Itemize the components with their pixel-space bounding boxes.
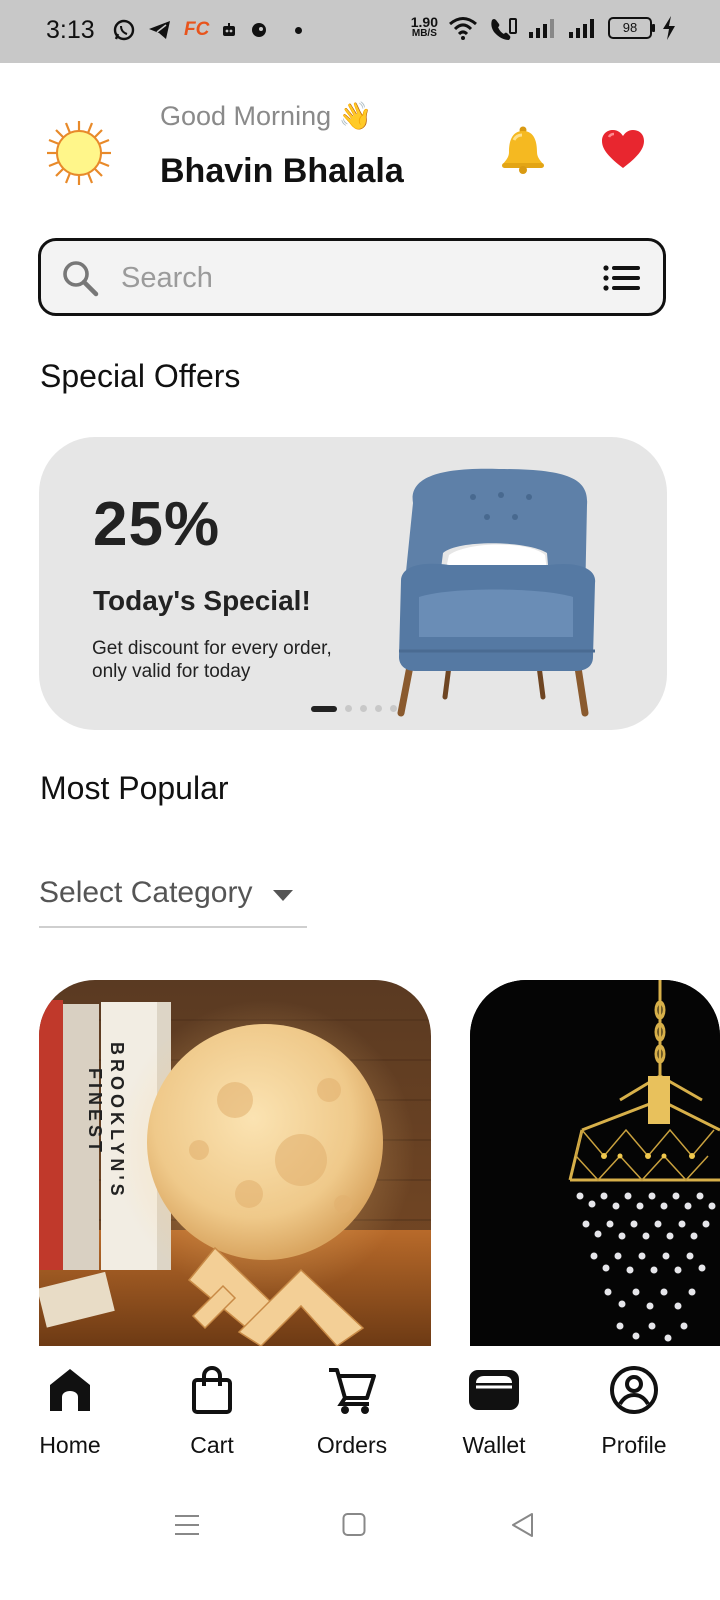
app-icon xyxy=(252,23,267,37)
category-dropdown-value: Select Category xyxy=(39,876,253,909)
most-popular-title: Most Popular xyxy=(40,770,229,806)
banner-heading: Today's Special! xyxy=(93,585,311,616)
shopping-bag-icon xyxy=(192,1366,232,1414)
filter-list-icon[interactable] xyxy=(603,265,641,291)
signal-1-icon xyxy=(529,19,554,38)
nav-home[interactable]: Home xyxy=(10,1360,130,1459)
home-icon xyxy=(50,1369,90,1411)
crystal-chandelier-image xyxy=(470,980,720,1346)
pagination-dot[interactable] xyxy=(345,705,352,712)
sun-icon xyxy=(47,121,111,185)
category-dropdown[interactable]: Select Category xyxy=(39,872,307,928)
recent-apps-icon[interactable] xyxy=(174,1512,200,1538)
wifi-icon xyxy=(449,17,477,40)
search-icon xyxy=(63,261,99,297)
network-speed-value: 1.90 xyxy=(410,14,438,30)
telegram-icon xyxy=(149,21,170,39)
banner-description: Get discount for every order, only valid… xyxy=(92,638,332,682)
status-right: 1.90 MB/S 98 xyxy=(410,14,676,40)
status-time: 3:13 xyxy=(46,16,95,44)
product-card-chandelier[interactable] xyxy=(470,980,720,1346)
volte-call-icon xyxy=(491,18,517,40)
chevron-down-icon xyxy=(273,890,293,901)
profile-icon xyxy=(610,1366,658,1414)
nav-cart[interactable]: Cart xyxy=(152,1360,272,1459)
nav-wallet-label: Wallet xyxy=(462,1432,526,1458)
product-card-moon-lamp[interactable]: BROOKLYN'S FINEST xyxy=(39,980,431,1346)
back-icon[interactable] xyxy=(510,1512,534,1538)
notification-bell-icon[interactable] xyxy=(500,126,546,174)
greeting-text: Good Morning 👋 xyxy=(160,101,373,131)
search-bar[interactable] xyxy=(38,238,666,316)
home-button-icon[interactable] xyxy=(342,1512,366,1538)
status-bar: 3:13 FC 1.90 MB/S 98 xyxy=(0,0,720,63)
favorites-heart-icon[interactable] xyxy=(600,128,646,170)
system-navigation-bar xyxy=(0,1476,720,1600)
special-offers-title: Special Offers xyxy=(40,358,241,394)
user-name: Bhavin Bhalala xyxy=(160,152,404,190)
signal-2-icon xyxy=(569,19,594,38)
battery-indicator: 98 xyxy=(608,17,655,39)
book-spine-text-2: FINEST xyxy=(85,1068,105,1156)
nav-home-label: Home xyxy=(39,1432,101,1458)
network-speed-unit: MB/S xyxy=(411,28,437,39)
pagination-dot[interactable] xyxy=(360,705,367,712)
notification-icons: FC xyxy=(112,18,303,42)
wallet-icon xyxy=(469,1370,519,1410)
pagination-dot[interactable] xyxy=(390,705,397,712)
nav-orders-label: Orders xyxy=(316,1432,388,1458)
pagination-dot[interactable] xyxy=(375,705,382,712)
cart-icon xyxy=(329,1368,376,1414)
pagination-dot-active[interactable] xyxy=(311,705,337,712)
nav-cart-label: Cart xyxy=(190,1432,234,1458)
nav-wallet[interactable]: Wallet xyxy=(434,1360,554,1459)
whatsapp-icon xyxy=(113,19,135,41)
nav-profile[interactable]: Profile xyxy=(574,1360,694,1459)
nav-orders[interactable]: Orders xyxy=(292,1360,412,1459)
moon-lamp-image: BROOKLYN'S FINEST xyxy=(39,980,431,1346)
more-notifications-dot xyxy=(295,26,303,34)
search-input[interactable] xyxy=(119,257,593,299)
fc-badge: FC xyxy=(184,19,210,40)
robot-icon xyxy=(223,23,236,36)
armchair-image xyxy=(397,468,596,717)
nav-profile-label: Profile xyxy=(601,1432,667,1458)
banner-discount-percent: 25% xyxy=(93,490,221,559)
network-speed: 1.90 MB/S xyxy=(410,14,438,40)
charging-icon xyxy=(663,16,675,40)
bottom-navigation: Home Cart Orders Wallet Profile xyxy=(0,1346,720,1476)
banner-pagination xyxy=(311,705,397,712)
special-offer-banner[interactable]: 25% Today's Special! Get discount for ev… xyxy=(39,437,667,730)
